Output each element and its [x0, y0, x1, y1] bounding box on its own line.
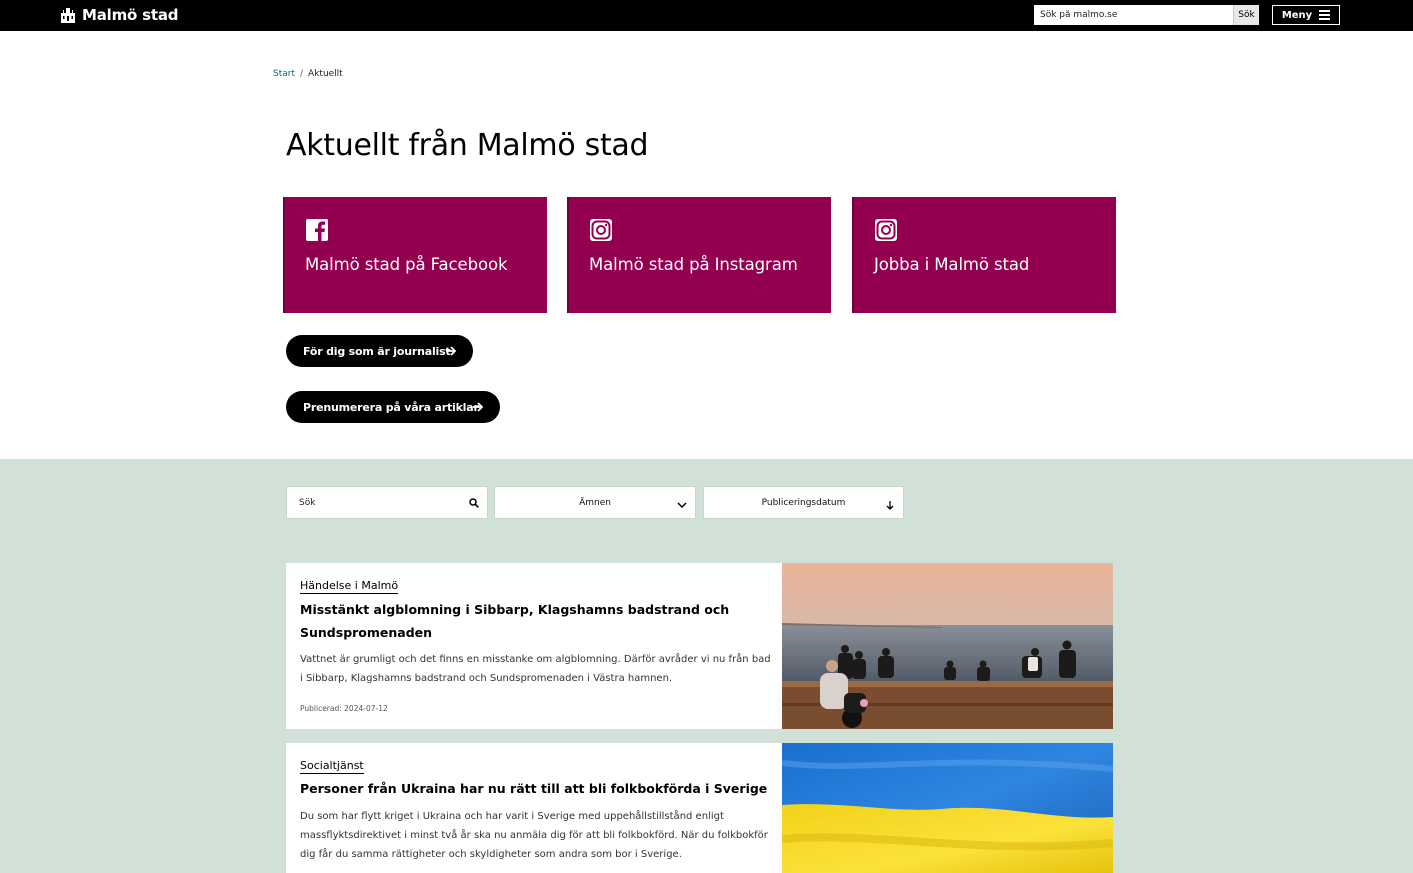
journalist-button[interactable]: För dig som är journalist: [286, 335, 473, 367]
breadcrumb-start-link[interactable]: Start: [273, 69, 295, 79]
instagram-icon: [875, 219, 897, 241]
card-facebook[interactable]: Malmö stad på Facebook: [283, 197, 547, 313]
card-jobba-label: Jobba i Malmö stad: [874, 255, 1030, 274]
facebook-icon: [306, 219, 328, 241]
site-search-input[interactable]: [1034, 5, 1233, 25]
card-jobba[interactable]: Jobba i Malmö stad: [852, 197, 1116, 313]
breadcrumb-current: Aktuellt: [308, 69, 343, 79]
article-summary: Vattnet är grumligt och det finns en mis…: [300, 654, 771, 684]
subscribe-button-label: Prenumerera på våra artiklar: [303, 400, 479, 414]
article-category[interactable]: Socialtjänst: [300, 759, 364, 774]
news-search: [286, 486, 488, 519]
arrow-right-icon: [446, 346, 457, 356]
article-date: Publicerad: 2024-07-12: [300, 704, 388, 713]
malmo-crest-icon: [61, 7, 75, 23]
article-image-ukraine-flag: [782, 743, 1113, 873]
article-category[interactable]: Händelse i Malmö: [300, 579, 399, 594]
article-card[interactable]: Händelse i Malmö Misstänkt algblomning i…: [286, 563, 1113, 729]
sort-dropdown-label: Publiceringsdatum: [761, 497, 846, 508]
article-title[interactable]: Personer från Ukraina har nu rätt till a…: [300, 777, 770, 800]
page-title: Aktuellt från Malmö stad: [286, 128, 649, 163]
site-search-button[interactable]: Sök: [1233, 5, 1259, 25]
chevron-down-icon: [677, 502, 687, 509]
menu-button[interactable]: Meny: [1272, 5, 1340, 25]
card-instagram-label: Malmö stad på Instagram: [589, 255, 798, 274]
article-title[interactable]: Misstänkt algblomning i Sibbarp, Klagsha…: [300, 598, 770, 644]
card-facebook-label: Malmö stad på Facebook: [305, 255, 508, 274]
arrow-down-icon: [886, 501, 894, 510]
breadcrumb-separator: /: [300, 69, 304, 79]
instagram-icon: [590, 219, 612, 241]
logo[interactable]: Malmö stad: [60, 5, 179, 25]
journalist-button-label: För dig som är journalist: [303, 344, 451, 358]
hamburger-icon: [1319, 10, 1331, 20]
menu-label: Meny: [1281, 9, 1313, 21]
breadcrumb: Start / Aktuellt: [273, 69, 343, 79]
sort-dropdown[interactable]: Publiceringsdatum: [703, 486, 904, 519]
top-search: Sök: [1034, 5, 1259, 25]
article-summary: Du som har flytt kriget i Ukraina och ha…: [300, 811, 768, 860]
logo-text: Malmö stad: [82, 6, 179, 24]
arrow-right-icon: [473, 402, 484, 412]
topics-dropdown[interactable]: Ämnen: [494, 486, 696, 519]
topics-dropdown-label: Ämnen: [579, 497, 611, 508]
top-bar: Malmö stad Sök Meny: [0, 0, 1413, 31]
card-instagram[interactable]: Malmö stad på Instagram: [567, 197, 831, 313]
article-card[interactable]: Socialtjänst Personer från Ukraina har n…: [286, 743, 1113, 873]
news-search-input[interactable]: [287, 487, 457, 518]
article-image-sea: [782, 563, 1113, 729]
search-icon[interactable]: [469, 498, 479, 508]
subscribe-button[interactable]: Prenumerera på våra artiklar: [286, 391, 500, 423]
